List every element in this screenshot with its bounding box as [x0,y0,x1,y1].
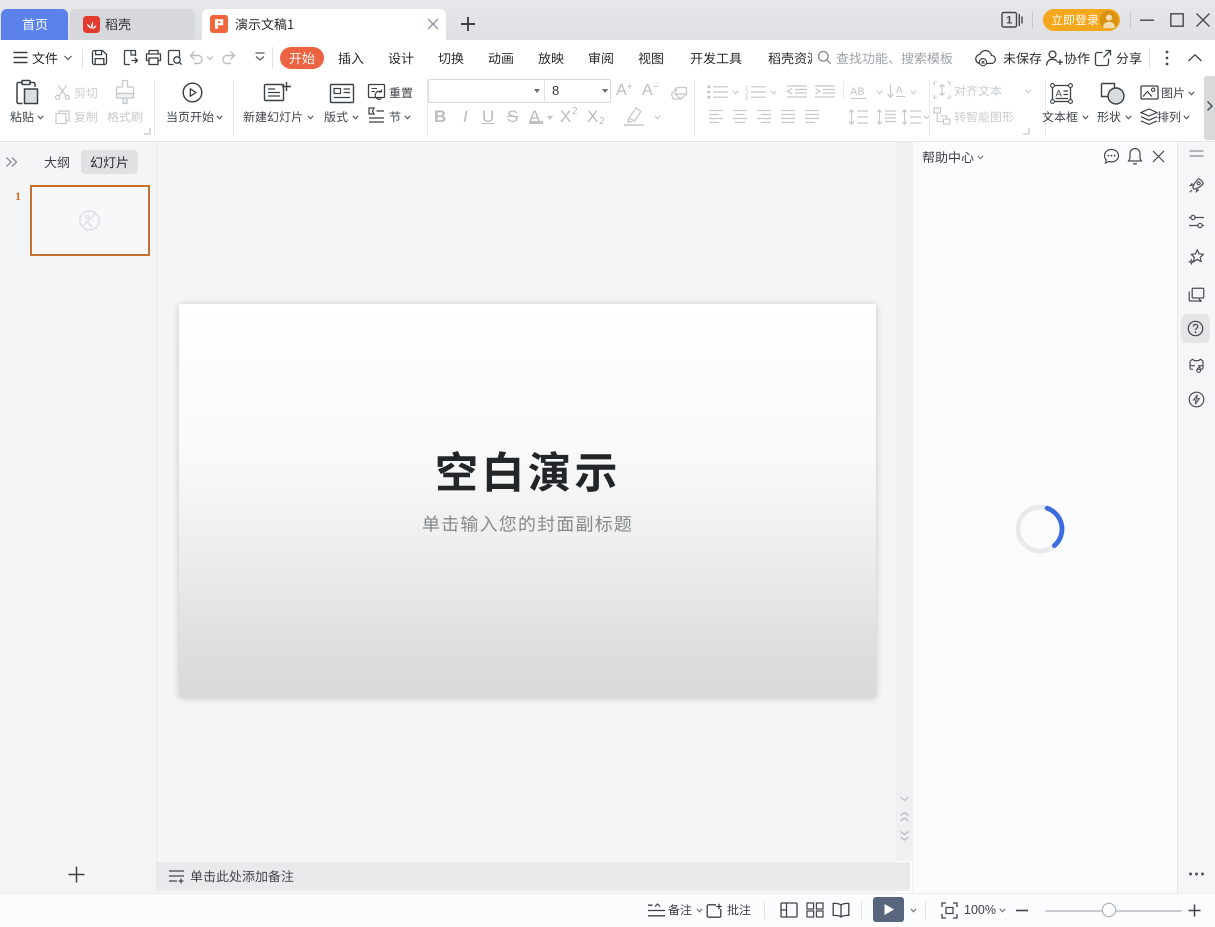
svg-text:A: A [896,85,903,96]
svg-text:A: A [1056,89,1063,100]
svg-text:1: 1 [1006,15,1012,27]
svg-text:AB: AB [850,86,865,98]
svg-text:3: 3 [745,96,749,100]
